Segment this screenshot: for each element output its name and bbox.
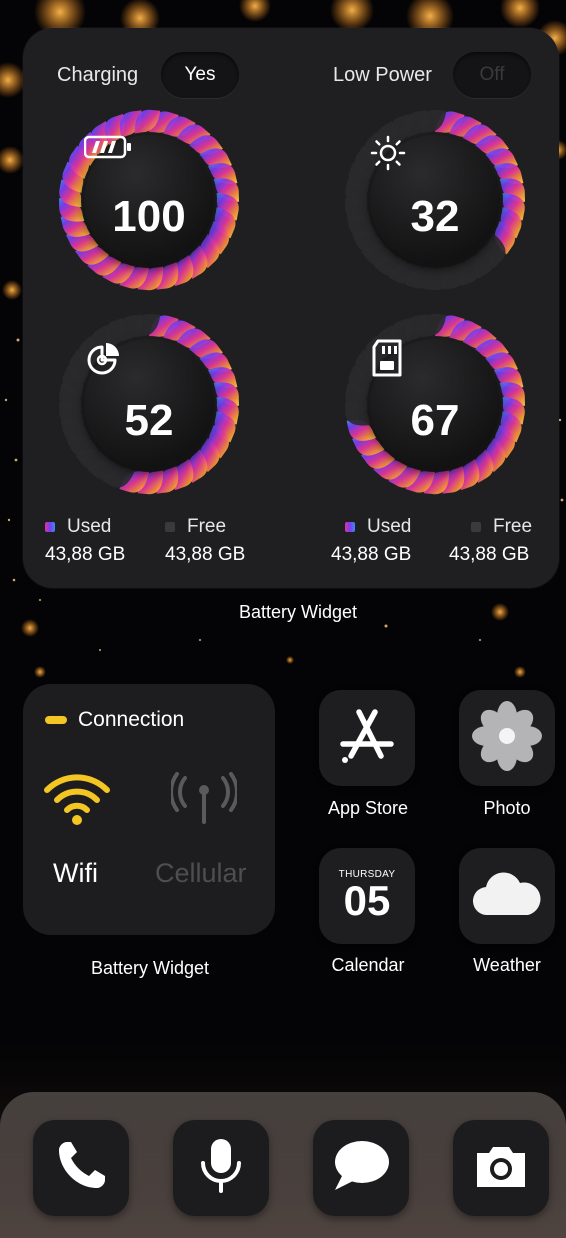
calendar-app[interactable]: THURSDAY 05 xyxy=(319,848,415,944)
connection-indicator xyxy=(45,716,67,724)
free-swatch xyxy=(165,522,175,532)
microphone-icon xyxy=(198,1135,244,1202)
connection-widget-caption: Battery Widget xyxy=(90,958,210,978)
used-label: Used xyxy=(367,516,412,537)
used-swatch xyxy=(45,522,55,532)
photo-app[interactable] xyxy=(459,690,555,786)
app-store-icon xyxy=(335,704,399,773)
wifi-label: Wifi xyxy=(53,858,98,888)
battery-widget[interactable]: Charging Yes Low Power Off 100 32 52 67 … xyxy=(23,28,559,588)
phone-app[interactable] xyxy=(33,1120,129,1216)
used-value-left: 43,88 GB xyxy=(45,544,126,565)
free-legend-right: Free xyxy=(471,516,532,538)
used-legend-right: Used xyxy=(345,516,411,538)
connection-title: Connection xyxy=(78,708,185,731)
used-swatch xyxy=(345,522,355,532)
free-label: Free xyxy=(187,516,227,537)
cloud-icon xyxy=(472,871,542,922)
brightness-gauge: 32 xyxy=(343,108,527,292)
battery-gauge: 100 xyxy=(57,108,241,292)
usage-value: 52 xyxy=(124,396,174,445)
free-swatch xyxy=(471,522,481,532)
charging-toggle[interactable]: Yes xyxy=(161,52,239,98)
free-value-left: 43,88 GB xyxy=(165,544,246,565)
storage-value: 67 xyxy=(410,396,460,445)
cellular-label: Cellular xyxy=(155,858,247,888)
usage-gauge: 52 xyxy=(57,312,241,496)
camera-app[interactable] xyxy=(453,1120,549,1216)
wifi-icon[interactable] xyxy=(43,772,111,831)
sd-card-icon xyxy=(372,339,455,397)
used-label: Used xyxy=(67,516,112,537)
pie-chart-icon xyxy=(87,343,169,397)
photo-label: Photo xyxy=(483,798,531,818)
app-store-label: App Store xyxy=(327,798,409,818)
cellular-icon[interactable] xyxy=(169,772,239,831)
low-power-toggle[interactable]: Off xyxy=(453,52,531,98)
free-value-right: 43,88 GB xyxy=(449,544,530,565)
used-value-right: 43,88 GB xyxy=(331,544,412,565)
voice-memo-app[interactable] xyxy=(173,1120,269,1216)
battery-icon xyxy=(84,135,169,193)
photo-flower-icon xyxy=(471,700,543,777)
app-store-app[interactable] xyxy=(319,690,415,786)
messages-app[interactable] xyxy=(313,1120,409,1216)
phone-icon xyxy=(53,1138,109,1199)
weather-label: Weather xyxy=(473,955,541,975)
brightness-icon xyxy=(370,135,455,193)
storage-gauge: 67 xyxy=(343,312,527,496)
camera-icon xyxy=(473,1143,529,1194)
low-power-value: Off xyxy=(479,64,505,85)
charging-label: Charging xyxy=(57,64,139,86)
calendar-day: 05 xyxy=(343,876,391,924)
calendar-label: Calendar xyxy=(331,955,405,975)
battery-widget-caption: Battery Widget xyxy=(238,602,358,622)
message-icon xyxy=(331,1138,391,1199)
brightness-value: 32 xyxy=(410,192,460,241)
free-legend-left: Free xyxy=(165,516,226,538)
low-power-label: Low Power xyxy=(333,64,432,86)
connection-widget[interactable]: Connection Wifi Cellular xyxy=(23,684,275,935)
weather-app[interactable] xyxy=(459,848,555,944)
free-label: Free xyxy=(493,516,533,537)
used-legend-left: Used xyxy=(45,516,111,538)
battery-value: 100 xyxy=(112,192,186,241)
charging-value: Yes xyxy=(184,64,216,85)
